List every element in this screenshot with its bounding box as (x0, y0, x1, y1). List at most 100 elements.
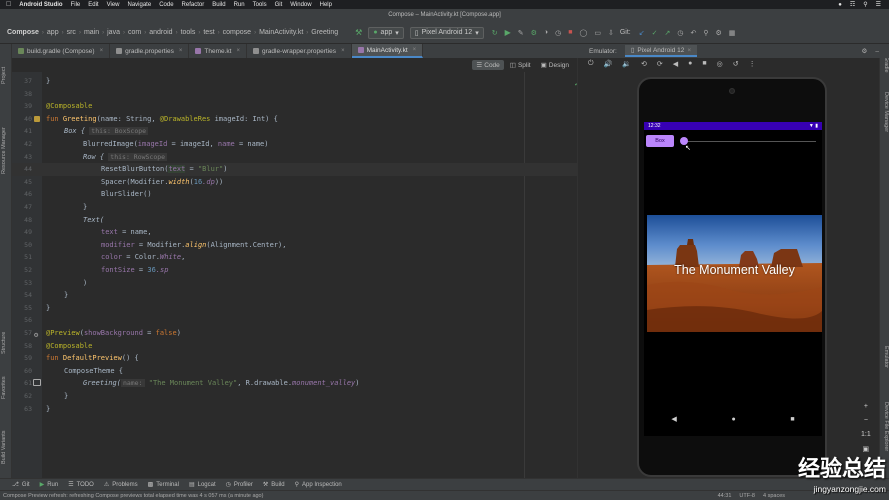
nav-back-icon[interactable]: ◀ (671, 415, 676, 423)
menu-view[interactable]: View (107, 2, 120, 8)
build-variants-tool-button[interactable]: Build Variants (1, 430, 7, 464)
overview-icon[interactable]: ■ (702, 60, 706, 68)
apply-changes-icon[interactable]: ✎ (518, 29, 524, 37)
debug-icon[interactable]: ⚙ (531, 29, 537, 37)
menu-window[interactable]: Window (290, 2, 311, 8)
apple-icon[interactable]:  (6, 1, 11, 8)
emulator-device-tab[interactable]: ▯ Pixel Android 12 × (624, 45, 698, 57)
close-icon[interactable]: × (413, 47, 417, 53)
close-icon[interactable]: × (687, 47, 691, 54)
gradle-tool-button[interactable]: Gradle (883, 56, 889, 73)
tab-gradle-properties[interactable]: gradle.properties × (110, 44, 190, 58)
coverage-icon[interactable]: ◑ (544, 29, 548, 36)
tab-mainactivity-kt[interactable]: MainActivity.kt × (351, 44, 424, 58)
close-icon[interactable]: × (341, 48, 345, 54)
breadcrumb-main[interactable]: main (81, 29, 102, 36)
profiler-tool-button[interactable]: ◷ Profiler (226, 481, 253, 489)
settings-icon[interactable]: ⚙ (862, 47, 868, 55)
zoom-1to1-icon[interactable]: 1:1 (861, 431, 871, 438)
design-mode-button[interactable]: ▣ Design (537, 60, 573, 70)
breadcrumb-app[interactable]: app (44, 29, 62, 36)
status-message[interactable]: Compose Preview refresh: refreshing Comp… (3, 493, 263, 499)
menu-build[interactable]: Build (212, 2, 225, 8)
minimize-icon[interactable]: – (875, 48, 879, 55)
project-tool-button[interactable]: Project (1, 67, 7, 84)
breadcrumb-src[interactable]: src (64, 29, 79, 36)
menu-file[interactable]: File (71, 2, 81, 8)
menu-git[interactable]: Git (275, 2, 283, 8)
breadcrumb-java[interactable]: java (104, 29, 123, 36)
menu-help[interactable]: Help (320, 2, 332, 8)
close-icon[interactable]: × (179, 48, 183, 54)
volume-up-icon[interactable]: 🔊 (604, 60, 613, 68)
resource-manager-tool-button[interactable]: Resource Manager (1, 127, 7, 174)
close-icon[interactable]: × (100, 48, 104, 54)
avd-manager-icon[interactable]: ▭ (594, 29, 601, 37)
history-icon[interactable]: ◷ (677, 29, 683, 37)
nav-home-icon[interactable]: ● (731, 416, 735, 423)
run-icon[interactable]: ▶ (505, 28, 511, 37)
device-file-explorer-tool-button[interactable]: Device File Explorer (883, 402, 889, 451)
close-icon[interactable]: × (236, 48, 240, 54)
record-icon[interactable]: ● (838, 2, 842, 8)
layout-icon[interactable]: ▦ (729, 29, 736, 37)
menu-app-name[interactable]: Android Studio (19, 2, 62, 8)
breadcrumb-com[interactable]: com (125, 29, 144, 36)
breadcrumb-compose[interactable]: compose (220, 29, 254, 36)
run-config-select[interactable]: ● app ▾ (368, 26, 404, 39)
run-tool-button[interactable]: ▶ Run (40, 481, 59, 489)
tab-build-gradle[interactable]: build.gradle (Compose) × (12, 44, 111, 58)
split-mode-button[interactable]: ◫ Split (506, 60, 535, 70)
power-icon[interactable]: ⏻ (588, 60, 594, 68)
menu-navigate[interactable]: Navigate (128, 2, 152, 8)
menu-tools[interactable]: Tools (253, 2, 267, 8)
tab-gradle-wrapper-properties[interactable]: gradle-wrapper.properties × (247, 44, 352, 58)
zoom-in-icon[interactable]: + (864, 403, 868, 410)
back-icon[interactable]: ◀ (673, 60, 678, 68)
hammer-icon[interactable]: ⚒ (355, 28, 362, 37)
code-mode-button[interactable]: ☰ Code (472, 60, 504, 70)
tab-theme-kt[interactable]: Theme.kt × (189, 44, 247, 58)
code-editor[interactable]: ☰Code ◫Split ▣Design ✓ 37} 38 39@Composa… (12, 58, 583, 478)
terminal-tool-button[interactable]: ▩ Terminal (148, 481, 179, 489)
snapshot-icon[interactable]: ↺ (733, 60, 739, 68)
app-inspection-tool-button[interactable]: ⚲ App Inspection (295, 481, 342, 489)
device-manager-tool-button[interactable]: Device Manager (883, 92, 889, 132)
menu-code[interactable]: Code (159, 2, 173, 8)
box-button[interactable]: Box (646, 135, 674, 147)
search-icon[interactable]: ⚲ (863, 1, 867, 8)
build-tool-button[interactable]: ⚒ Build (263, 481, 285, 489)
emulator-tool-button[interactable]: Emulator (883, 346, 889, 368)
breadcrumb-project[interactable]: Compose (4, 29, 42, 36)
search-everywhere-icon[interactable]: ⚲ (703, 29, 708, 37)
rollback-icon[interactable]: ↶ (690, 29, 696, 37)
todo-tool-button[interactable]: ☰ TODO (68, 481, 94, 489)
logcat-tool-button[interactable]: ▤ Logcat (189, 481, 216, 489)
image-gutter-icon[interactable] (33, 379, 41, 387)
profile-icon[interactable]: ◷ (555, 29, 561, 37)
control-center-icon[interactable]: ☰ (876, 1, 881, 8)
volume-down-icon[interactable]: 🔉 (622, 60, 631, 68)
rotate-right-icon[interactable]: ⟳ (657, 60, 663, 68)
breadcrumb-android[interactable]: android (146, 29, 175, 36)
git-update-icon[interactable]: ↙ (639, 29, 645, 37)
zoom-out-icon[interactable]: − (864, 417, 868, 424)
caret-position[interactable]: 44:31 (718, 493, 732, 499)
menu-edit[interactable]: Edit (88, 2, 98, 8)
sdk-manager-icon[interactable]: ⇩ (608, 29, 614, 37)
breadcrumb-file[interactable]: MainActivity.kt (256, 29, 306, 36)
more-icon[interactable]: ⋮ (749, 60, 756, 68)
menu-run[interactable]: Run (234, 2, 245, 8)
device-screen[interactable]: 12:32 ▼ ▮ Box ↖ The Monument Valley ◀ ● … (644, 122, 822, 436)
breadcrumb-test[interactable]: test (200, 29, 217, 36)
menu-refactor[interactable]: Refactor (182, 2, 205, 8)
breadcrumb-tools[interactable]: tools (178, 29, 199, 36)
git-push-icon[interactable]: ↗ (664, 29, 670, 37)
settings-icon[interactable]: ⚙ (715, 29, 721, 37)
structure-tool-button[interactable]: Structure (1, 332, 7, 354)
git-commit-icon[interactable]: ✓ (652, 29, 658, 37)
blur-slider-track[interactable] (684, 141, 816, 142)
home-icon[interactable]: ● (688, 60, 692, 68)
breadcrumb-function[interactable]: Greeting (308, 29, 341, 36)
git-tool-button[interactable]: ⎇ Git (12, 481, 30, 489)
